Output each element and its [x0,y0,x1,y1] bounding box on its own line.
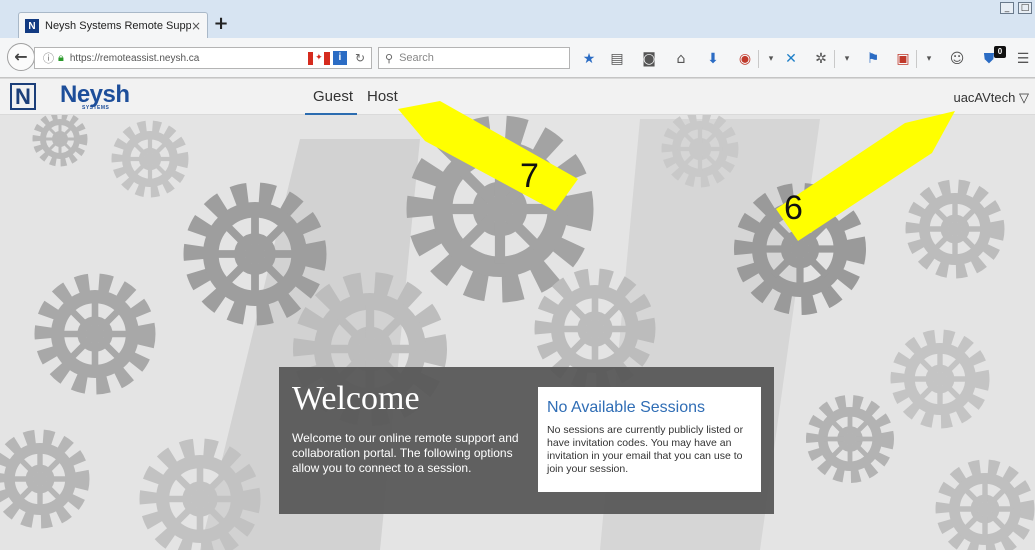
browser-tab[interactable]: N Neysh Systems Remote Supp... × [18,12,208,39]
toolbar-separator [758,50,759,68]
sessions-card: No Available Sessions No sessions are cu… [538,387,761,492]
address-bar[interactable]: ⓘ 🔒︎ https://remoteassist.neysh.ca ✦ i ↻ [34,47,372,69]
nav-guest[interactable]: Guest [313,88,353,105]
tab-title: Neysh Systems Remote Supp... [45,20,191,32]
reload-icon[interactable]: ↻ [355,51,365,65]
welcome-title: Welcome [292,380,420,417]
translate-icon[interactable]: ◉ [736,50,754,68]
bookmark-star-icon[interactable]: ★ [580,50,598,68]
site-header: N Neysh SYSTEMS Guest Host uacAVtech ▽ [0,79,1035,115]
info-icon[interactable]: ⓘ [43,50,54,66]
user-menu[interactable]: uacAVtech ▽ [953,90,1029,106]
search-placeholder: Search [399,52,434,64]
annotation-label-7: 7 [520,157,539,195]
browser-navbar: ← ⓘ 🔒︎ https://remoteassist.neysh.ca ✦ i… [0,38,1035,78]
page-info-icon[interactable]: i [332,51,347,65]
reading-list-icon[interactable]: ▤ [608,50,626,68]
toolbar-separator [834,50,835,68]
extension-flag-icon[interactable]: ▣ [894,50,912,68]
dropdown-icon[interactable]: ▾ [838,50,856,68]
dropdown-icon[interactable]: ▾ [762,50,780,68]
notification-badge: 0 [994,46,1006,58]
chat-icon[interactable]: ☺ [948,50,966,68]
close-tab-icon[interactable]: × [191,19,201,33]
annotation-label-6: 6 [784,189,803,227]
extension-bug-icon[interactable]: ✲ [812,50,830,68]
favicon-icon: N [25,19,39,33]
browser-titlebar: N Neysh Systems Remote Supp... × + _ □ [0,0,1035,39]
web-page: N Neysh SYSTEMS Guest Host uacAVtech ▽ 7… [0,79,1035,550]
welcome-text: Welcome to our online remote support and… [292,431,519,475]
neysh-logo-subtext: SYSTEMS [82,105,110,111]
toolbar-separator [916,50,917,68]
new-tab-button[interactable]: + [212,15,230,33]
canada-flag-icon[interactable]: ✦ [307,51,330,65]
nav-host[interactable]: Host [367,88,398,105]
search-icon: ⚲ [385,51,394,65]
maximize-button[interactable]: □ [1018,2,1032,14]
welcome-panel: Welcome Welcome to our online remote sup… [279,367,774,514]
back-button[interactable]: ← [7,43,35,71]
minimize-button[interactable]: _ [1000,2,1014,14]
url-text[interactable]: https://remoteassist.neysh.ca [70,53,308,64]
menu-icon[interactable]: ☰ [1014,50,1032,68]
dropdown-icon[interactable]: ▾ [920,50,938,68]
home-icon[interactable]: ⌂ [672,50,690,68]
nav-active-indicator [305,113,357,115]
sessions-title: No Available Sessions [547,399,706,416]
sessions-text: No sessions are currently publicly liste… [547,424,744,475]
downloads-icon[interactable]: ⬇ [704,50,722,68]
search-bar[interactable]: ⚲ Search [378,47,570,69]
extension-puzzle-icon[interactable]: ⚑ [864,50,882,68]
pocket-icon[interactable]: ◙ [640,50,658,68]
lock-icon: 🔒︎ [58,51,64,64]
extension-x-icon[interactable]: ✕ [782,50,800,68]
neysh-logo-mark[interactable]: N [10,83,36,110]
